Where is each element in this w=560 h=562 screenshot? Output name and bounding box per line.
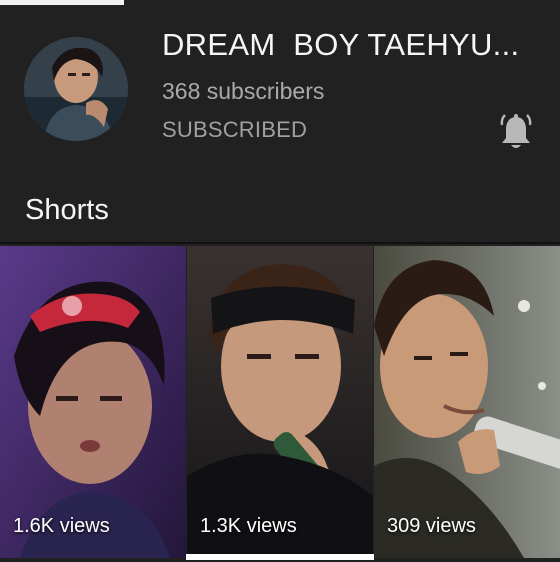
shorts-row: 1.6K views 1.3K views 309 views xyxy=(0,242,560,562)
notification-bell-button[interactable] xyxy=(498,113,534,153)
channel-name: DREAM BOY TAEHYU... xyxy=(162,27,520,62)
selected-short-indicator xyxy=(186,554,374,560)
channel-avatar[interactable] xyxy=(24,37,128,141)
short-card-3[interactable]: 309 views xyxy=(374,246,560,558)
bell-filled-icon xyxy=(500,114,532,148)
short-views-3: 309 views xyxy=(387,515,476,537)
channel-header: DREAM BOY TAEHYU... 368 subscribers SUBS… xyxy=(0,5,560,180)
short-views-1: 1.6K views xyxy=(13,515,110,537)
shorts-section-title: Shorts xyxy=(25,194,109,226)
short-thumbnail-1 xyxy=(0,246,186,558)
short-views-2: 1.3K views xyxy=(200,515,297,537)
short-card-1[interactable]: 1.6K views xyxy=(0,246,186,558)
short-thumbnail-3 xyxy=(374,246,560,558)
subscriber-count: 368 subscribers xyxy=(162,78,325,104)
short-card-2[interactable]: 1.3K views xyxy=(187,246,373,558)
short-thumbnail-2 xyxy=(187,246,373,558)
avatar-image xyxy=(24,37,128,141)
subscribed-button[interactable]: SUBSCRIBED xyxy=(162,117,307,143)
